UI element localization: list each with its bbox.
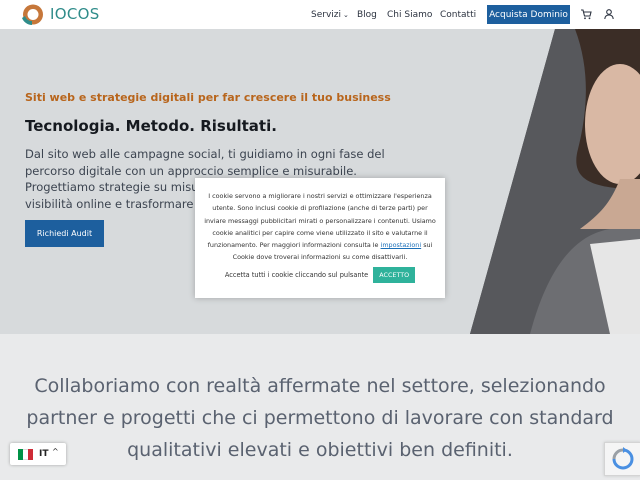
italy-flag-icon xyxy=(18,449,33,460)
hero-subtitle: Siti web e strategie digitali per far cr… xyxy=(25,91,391,104)
nav-item-servizi[interactable]: Servizi ⌄ xyxy=(311,10,349,20)
hero-headline: Tecnologia. Metodo. Risultati. xyxy=(25,117,277,135)
nav-item-blog[interactable]: Blog xyxy=(357,10,377,20)
chevron-up-icon: ^ xyxy=(52,447,59,456)
woman-portrait-image xyxy=(470,29,640,334)
collab-text: Collaboriamo con realtà affermate nel se… xyxy=(26,375,614,461)
cookie-accept-text: Accetta tutti i cookie cliccando sul pul… xyxy=(224,271,369,279)
nav-item-chi-siamo[interactable]: Chi Siamo xyxy=(387,10,432,20)
user-icon[interactable] xyxy=(603,8,615,20)
chevron-down-icon: ⌄ xyxy=(343,11,349,19)
recaptcha-badge[interactable] xyxy=(604,442,640,476)
hero-photo xyxy=(470,29,640,334)
nav-item-label: Servizi xyxy=(311,10,342,20)
logo-text[interactable]: IOCOS xyxy=(50,5,100,23)
accept-cookies-button[interactable]: ACCETTO xyxy=(373,267,416,283)
nav-item-contatti[interactable]: Contatti xyxy=(440,10,476,20)
cookie-banner: I cookie servono a migliorare i nostri s… xyxy=(195,178,445,298)
acquista-dominio-button[interactable]: Acquista Dominio xyxy=(487,5,570,24)
richiedi-audit-button[interactable]: Richiedi Audit xyxy=(25,220,104,247)
language-selector[interactable]: IT ^ xyxy=(10,443,66,465)
cookie-settings-link[interactable]: impostazioni xyxy=(381,241,422,249)
cookie-accept-row: Accetta tutti i cookie cliccando sul pul… xyxy=(195,267,445,283)
cart-icon[interactable] xyxy=(580,8,592,20)
recaptcha-icon xyxy=(612,447,634,470)
cookie-message: I cookie servono a migliorare i nostri s… xyxy=(202,190,438,264)
logo-icon[interactable] xyxy=(20,3,45,26)
language-code: IT xyxy=(39,449,49,459)
site-header: IOCOS Servizi ⌄ Blog Chi Siamo Contatti A… xyxy=(0,0,640,29)
